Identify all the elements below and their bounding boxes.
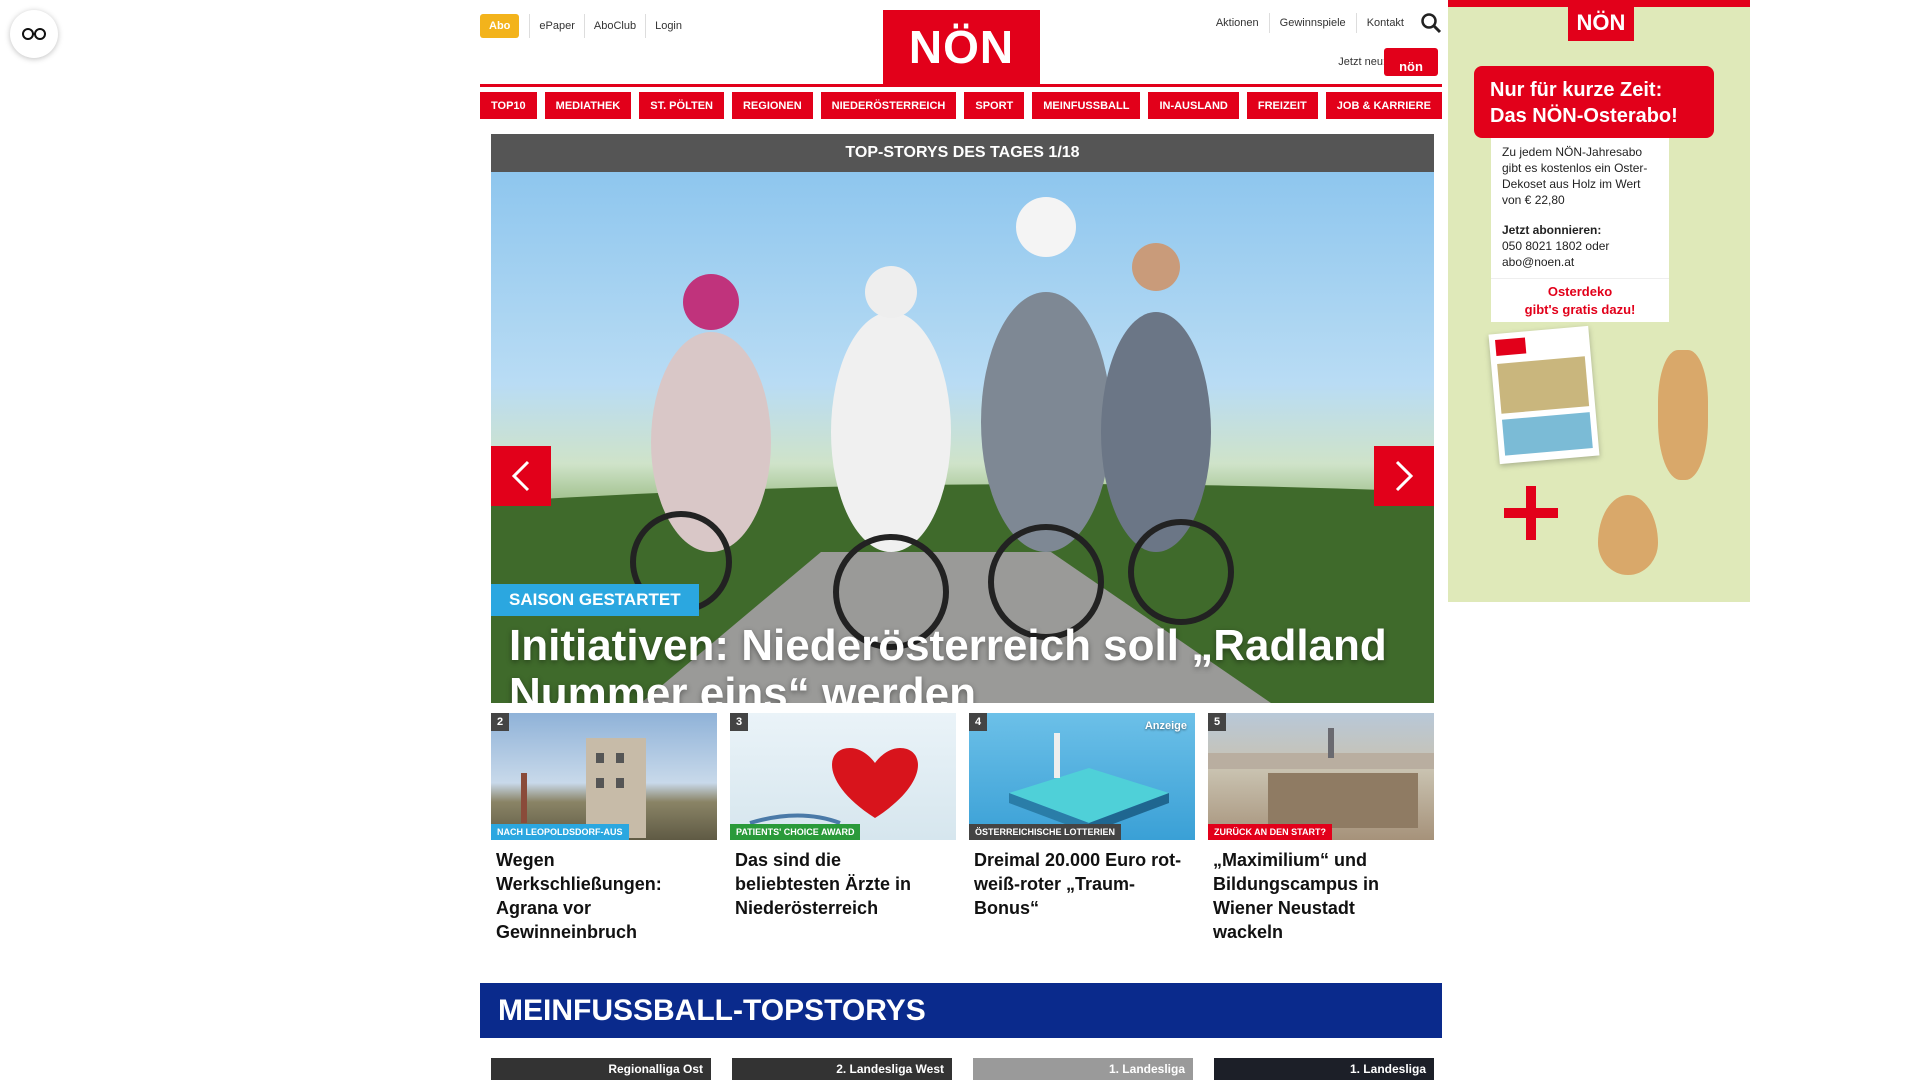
ad-headline-line-1: Nur für kurze Zeit: <box>1490 79 1663 101</box>
story-card[interactable]: 2 NACH LEOPOLDSDORF-AUS Wegen Werkschlie… <box>491 713 717 944</box>
glasses-icon <box>22 28 46 40</box>
nav-item-regionen[interactable]: REGIONEN <box>731 92 813 119</box>
nav-item-mediathek[interactable]: MEDIATHEK <box>544 92 632 119</box>
chevron-left-icon <box>511 460 530 492</box>
ad-body-text: Zu jedem NÖN-Jahresabo gibt es kostenlos… <box>1502 145 1648 207</box>
ad-contact: 050 8021 1802 oder abo@noen.at <box>1502 239 1610 269</box>
ad-subscribe-label: Jetzt abonnieren: <box>1502 223 1602 237</box>
header-right-links: Aktionen Gewinnspiele Kontakt <box>1206 12 1442 34</box>
league-label: Regionalliga Ost <box>608 1062 703 1076</box>
aktionen-link[interactable]: Aktionen <box>1206 13 1269 33</box>
nav-item-st-poelten[interactable]: ST. PÖLTEN <box>639 92 724 119</box>
story-title[interactable]: Dreimal 20.000 Euro rot-weiß-roter „Trau… <box>969 840 1195 920</box>
nav-item-in-ausland[interactable]: IN-AUSLAND <box>1148 92 1239 119</box>
kontakt-link[interactable]: Kontakt <box>1355 13 1414 33</box>
page: Abo ePaper AboClub Login NÖN Aktionen Ge… <box>0 0 1920 1080</box>
story-tag[interactable]: ZURÜCK AN DEN START? <box>1208 824 1332 840</box>
ad-cta: Osterdeko gibt's gratis dazu! <box>1491 278 1669 322</box>
story-card[interactable]: 3 PATIENTS' CHOICE AWARD Das sind die be… <box>730 713 956 944</box>
advertisement-banner[interactable]: NÖN Nur für kurze Zeit: Das NÖN-Osterabo… <box>1448 0 1750 602</box>
aboclub-link[interactable]: AboClub <box>583 14 645 38</box>
plus-icon <box>1504 486 1558 540</box>
story-card[interactable]: 4 Anzeige ÖSTERREICHISCHE LOTTERIEN Drei… <box>969 713 1195 944</box>
story-title[interactable]: „Maximilium“ und Bildungscampus in Wiene… <box>1208 840 1434 944</box>
nav-item-sport[interactable]: SPORT <box>964 92 1025 119</box>
league-label: 2. Landesliga West <box>836 1062 944 1076</box>
slider-prev-button[interactable] <box>491 446 551 506</box>
story-image[interactable]: 2 NACH LEOPOLDSDORF-AUS <box>491 713 717 840</box>
ad-label: Anzeige <box>1144 720 1187 732</box>
ad-cta-line-1: Osterdeko <box>1547 284 1613 299</box>
football-card[interactable]: 2. Landesliga West <box>732 1058 952 1080</box>
top-stories-slider: TOP-STORYS DES TAGES 1/18 SAISON GESTART… <box>491 134 1434 703</box>
story-title[interactable]: Das sind die beliebtesten Ärzte in Niede… <box>730 840 956 920</box>
story-tag[interactable]: ÖSTERREICHISCHE LOTTERIEN <box>969 824 1122 840</box>
story-illustration <box>749 748 918 825</box>
header-left-links: Abo ePaper AboClub Login <box>480 14 691 38</box>
egg-decoration <box>1598 495 1658 575</box>
story-illustration <box>1009 733 1169 833</box>
epaper-link[interactable]: ePaper <box>529 14 583 38</box>
ad-cta-line-2: gibt's gratis dazu! <box>1524 302 1636 317</box>
story-title[interactable]: Wegen Werkschließungen: Agrana vor Gewin… <box>491 840 717 944</box>
ad-body: Zu jedem NÖN-Jahresabo gibt es kostenlos… <box>1491 138 1669 278</box>
story-tag[interactable]: NACH LEOPOLDSDORF-AUS <box>491 824 629 840</box>
nav-item-job-karriere[interactable]: JOB & KARRIERE <box>1325 92 1442 119</box>
league-label: 1. Landesliga <box>1349 1062 1426 1076</box>
football-card[interactable]: Regionalliga Ost <box>491 1058 711 1080</box>
ad-logo: NÖN <box>1568 5 1634 41</box>
football-cards: Regionalliga Ost 2. Landesliga West 1. L… <box>491 1058 1434 1080</box>
story-image[interactable]: 5 ZURÜCK AN DEN START? <box>1208 713 1434 840</box>
nav-item-top10[interactable]: TOP10 <box>480 92 537 119</box>
story-illustration <box>1208 728 1434 828</box>
hero-image[interactable]: SAISON GESTARTET Initiativen: Niederöste… <box>491 172 1434 703</box>
now-label: Jetzt neu: <box>1338 56 1386 68</box>
football-card[interactable]: 1. Landesliga <box>973 1058 1193 1080</box>
story-list: 2 NACH LEOPOLDSDORF-AUS Wegen Werkschlie… <box>491 713 1434 944</box>
login-link[interactable]: Login <box>645 14 691 38</box>
hero-headline[interactable]: Initiativen: Niederösterreich soll „Radl… <box>509 622 1409 704</box>
ad-headline-line-2: Das NÖN-Osterabo! <box>1490 105 1678 127</box>
football-section-title[interactable]: MEINFUSSBALL-TOPSTORYS <box>480 983 1442 1038</box>
league-label: 1. Landesliga <box>1108 1062 1185 1076</box>
ad-headline: Nur für kurze Zeit: Das NÖN-Osterabo! <box>1474 66 1714 138</box>
nav-item-meinfussball[interactable]: MEINFUSSBALL <box>1032 92 1141 119</box>
story-tag[interactable]: PATIENTS' CHOICE AWARD <box>730 824 861 840</box>
bunny-decoration <box>1658 350 1708 480</box>
nav-item-freizeit[interactable]: FREIZEIT <box>1246 92 1318 119</box>
chevron-right-icon <box>1395 460 1414 492</box>
search-icon[interactable] <box>1420 12 1442 34</box>
story-illustration <box>521 738 646 838</box>
slider-header: TOP-STORYS DES TAGES 1/18 <box>491 134 1434 172</box>
hero-category-tag[interactable]: SAISON GESTARTET <box>491 584 699 616</box>
new-product-logo[interactable]: nön <box>1384 48 1438 76</box>
story-number: 4 <box>969 713 987 731</box>
newspaper-image <box>1488 325 1600 465</box>
slider-next-button[interactable] <box>1374 446 1434 506</box>
story-number: 2 <box>491 713 509 731</box>
site-header: Abo ePaper AboClub Login NÖN Aktionen Ge… <box>480 0 1442 86</box>
football-card[interactable]: 1. Landesliga <box>1214 1058 1434 1080</box>
story-image[interactable]: 3 PATIENTS' CHOICE AWARD <box>730 713 956 840</box>
accessibility-button[interactable] <box>10 10 58 58</box>
story-card[interactable]: 5 ZURÜCK AN DEN START? „Maximilium“ und … <box>1208 713 1434 944</box>
header-rule <box>480 84 1442 87</box>
gewinnspiele-link[interactable]: Gewinnspiele <box>1268 13 1356 33</box>
site-logo[interactable]: NÖN <box>883 10 1040 84</box>
main-nav: TOP10 MEDIATHEK ST. PÖLTEN REGIONEN NIED… <box>480 92 1442 119</box>
nav-item-niederoesterreich[interactable]: NIEDERÖSTERREICH <box>820 92 957 119</box>
abo-button[interactable]: Abo <box>480 14 520 38</box>
story-number: 3 <box>730 713 748 731</box>
story-image[interactable]: 4 Anzeige ÖSTERREICHISCHE LOTTERIEN <box>969 713 1195 840</box>
story-number: 5 <box>1208 713 1226 731</box>
